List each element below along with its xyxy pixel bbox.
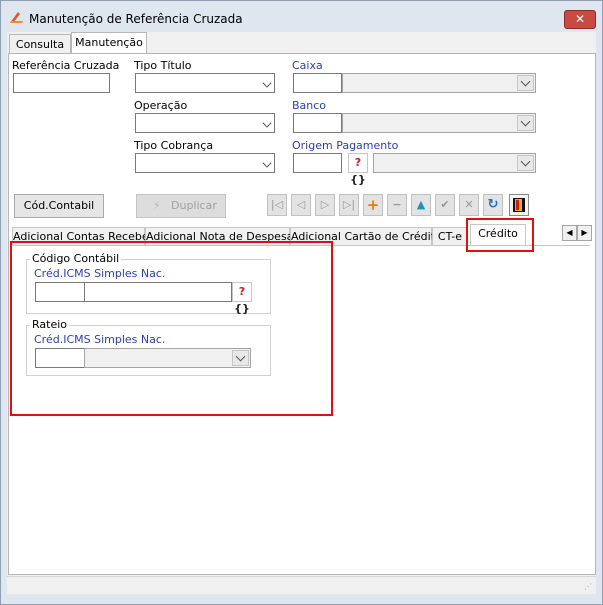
chevron-down-icon <box>262 118 272 128</box>
tab-manutencao[interactable]: Manutenção <box>71 32 147 54</box>
banco-code-input[interactable] <box>293 113 342 133</box>
last-record-icon[interactable]: ▷| <box>339 194 359 216</box>
brace-glyph: {} <box>350 173 366 186</box>
cancel-icon[interactable]: ✕ <box>459 194 479 216</box>
caixa-select[interactable] <box>342 73 536 93</box>
caixa-label: Caixa <box>292 59 323 72</box>
tab-scroll-left-button[interactable]: ◀ <box>562 225 577 241</box>
tipo-cobranca-label: Tipo Cobrança <box>134 139 214 152</box>
tab-ct-e[interactable]: CT-e <box>432 227 468 246</box>
tab-scroll-right-button[interactable]: ▶ <box>577 225 592 241</box>
origem-pagamento-label: Origem Pagamento <box>292 139 399 152</box>
insert-icon[interactable]: + <box>363 194 383 216</box>
door-icon <box>513 198 525 212</box>
post-icon[interactable]: ✔ <box>435 194 455 216</box>
question-mark-glyph: ? <box>354 156 362 169</box>
chevron-down-icon <box>517 75 534 91</box>
caixa-code-input[interactable] <box>293 73 342 93</box>
credito-content-highlight <box>10 241 333 416</box>
duplicar-label: Duplicar <box>171 199 217 212</box>
window-title: Manutenção de Referência Cruzada <box>29 12 243 26</box>
operacao-label: Operação <box>134 99 188 112</box>
title-bar: Manutenção de Referência Cruzada ✕ <box>1 1 601 31</box>
delete-icon[interactable]: − <box>387 194 407 216</box>
chevron-down-icon <box>517 115 534 131</box>
close-button[interactable]: ✕ <box>564 10 596 29</box>
next-record-icon[interactable]: ▷ <box>315 194 335 216</box>
tab-consulta[interactable]: Consulta <box>9 34 71 54</box>
cod-contabil-button[interactable]: Cód.Contabil <box>14 194 104 218</box>
tipo-titulo-label: Tipo Título <box>134 59 192 72</box>
operacao-select[interactable] <box>135 113 275 133</box>
chevron-down-icon <box>517 155 534 171</box>
tipo-titulo-select[interactable] <box>135 73 275 93</box>
exit-door-icon[interactable] <box>509 194 529 216</box>
banco-label: Banco <box>292 99 327 112</box>
prior-record-icon[interactable]: ◁ <box>291 194 311 216</box>
duplicar-button[interactable]: ⚡ Duplicar <box>136 194 226 218</box>
chevron-down-icon <box>262 158 272 168</box>
credito-tab-highlight <box>466 218 534 252</box>
referencia-cruzada-label: Referência Cruzada <box>12 59 120 72</box>
resize-grip-icon[interactable]: ⋰ <box>584 582 594 592</box>
chevron-down-icon <box>262 78 272 88</box>
origem-pagamento-code-input[interactable] <box>293 153 342 173</box>
edit-icon[interactable]: ▲ <box>411 194 431 216</box>
app-logo-icon <box>10 12 23 23</box>
lightning-icon: ⚡ <box>153 199 161 212</box>
first-record-icon[interactable]: |◁ <box>267 194 287 216</box>
origem-pagamento-select[interactable] <box>373 153 536 173</box>
refresh-icon[interactable]: ↻ <box>483 194 503 216</box>
status-bar: ⋰ <box>7 576 596 594</box>
banco-select[interactable] <box>342 113 536 133</box>
tipo-cobranca-select[interactable] <box>135 153 275 173</box>
referencia-cruzada-input[interactable] <box>13 73 110 93</box>
origem-pagamento-lookup-icon[interactable]: ? {} <box>348 153 368 186</box>
